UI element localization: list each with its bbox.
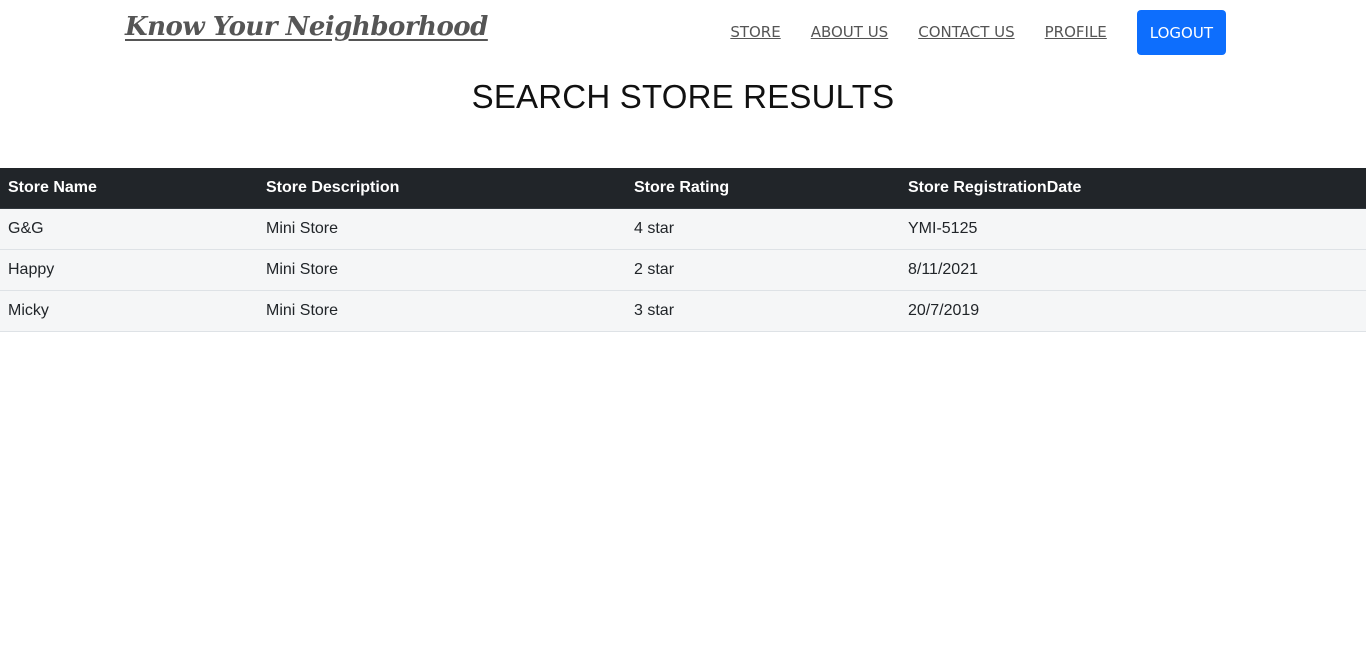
cell-store-name: Happy xyxy=(0,249,258,291)
header-store-rating: Store Rating xyxy=(626,168,900,209)
nav-link-contact-us[interactable]: CONTACT US xyxy=(918,23,1014,41)
table-row: Micky Mini Store 3 star 20/7/2019 xyxy=(0,290,1366,332)
cell-store-rating: 4 star xyxy=(626,208,900,250)
cell-store-registration-date: YMI-5125 xyxy=(900,208,1366,250)
nav-link-about-us[interactable]: ABOUT US xyxy=(811,23,889,41)
page-title: SEARCH STORE RESULTS xyxy=(471,78,895,115)
cell-store-name: G&G xyxy=(0,208,258,250)
header-store-registration-date: Store RegistrationDate xyxy=(900,168,1366,209)
cell-store-name: Micky xyxy=(0,290,258,332)
cell-store-registration-date: 8/11/2021 xyxy=(900,249,1366,291)
logout-button[interactable]: LOGOUT xyxy=(1136,10,1226,55)
cell-store-rating: 2 star xyxy=(626,249,900,291)
nav-link-profile[interactable]: PROFILE xyxy=(1045,23,1107,41)
header-store-description: Store Description xyxy=(258,168,626,209)
table-header: Store Name Store Description Store Ratin… xyxy=(0,168,1366,209)
cell-store-registration-date: 20/7/2019 xyxy=(900,290,1366,332)
navbar: Know Your Neighborhood STORE ABOUT US CO… xyxy=(0,0,1366,62)
cell-store-description: Mini Store xyxy=(258,208,626,250)
results-table: Store Name Store Description Store Ratin… xyxy=(0,168,1366,332)
cell-store-rating: 3 star xyxy=(626,290,900,332)
cell-store-description: Mini Store xyxy=(258,249,626,291)
table-header-row: Store Name Store Description Store Ratin… xyxy=(0,168,1366,209)
table-row: G&G Mini Store 4 star YMI-5125 xyxy=(0,208,1366,250)
table-row: Happy Mini Store 2 star 8/11/2021 xyxy=(0,249,1366,291)
cell-store-description: Mini Store xyxy=(258,290,626,332)
table-body: G&G Mini Store 4 star YMI-5125 Happy Min… xyxy=(0,208,1366,332)
header-store-name: Store Name xyxy=(0,168,258,209)
nav-links: STORE ABOUT US CONTACT US PROFILE LOGOUT xyxy=(730,10,1226,55)
nav-link-store[interactable]: STORE xyxy=(730,23,780,41)
brand-logo[interactable]: Know Your Neighborhood xyxy=(125,12,488,42)
